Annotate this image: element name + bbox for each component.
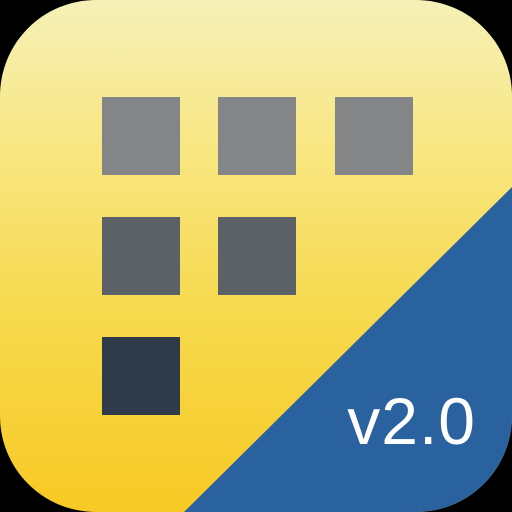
tile-row1-col3 <box>335 97 413 175</box>
tile-row1-col1 <box>102 97 180 175</box>
tile-row2-col2 <box>218 217 296 295</box>
app-icon[interactable]: v2.0 <box>0 0 512 512</box>
tile-row1-col2 <box>218 97 296 175</box>
tile-row2-col1 <box>102 217 180 295</box>
version-label: v2.0 <box>347 384 476 458</box>
tile-row3-col1 <box>102 337 180 415</box>
